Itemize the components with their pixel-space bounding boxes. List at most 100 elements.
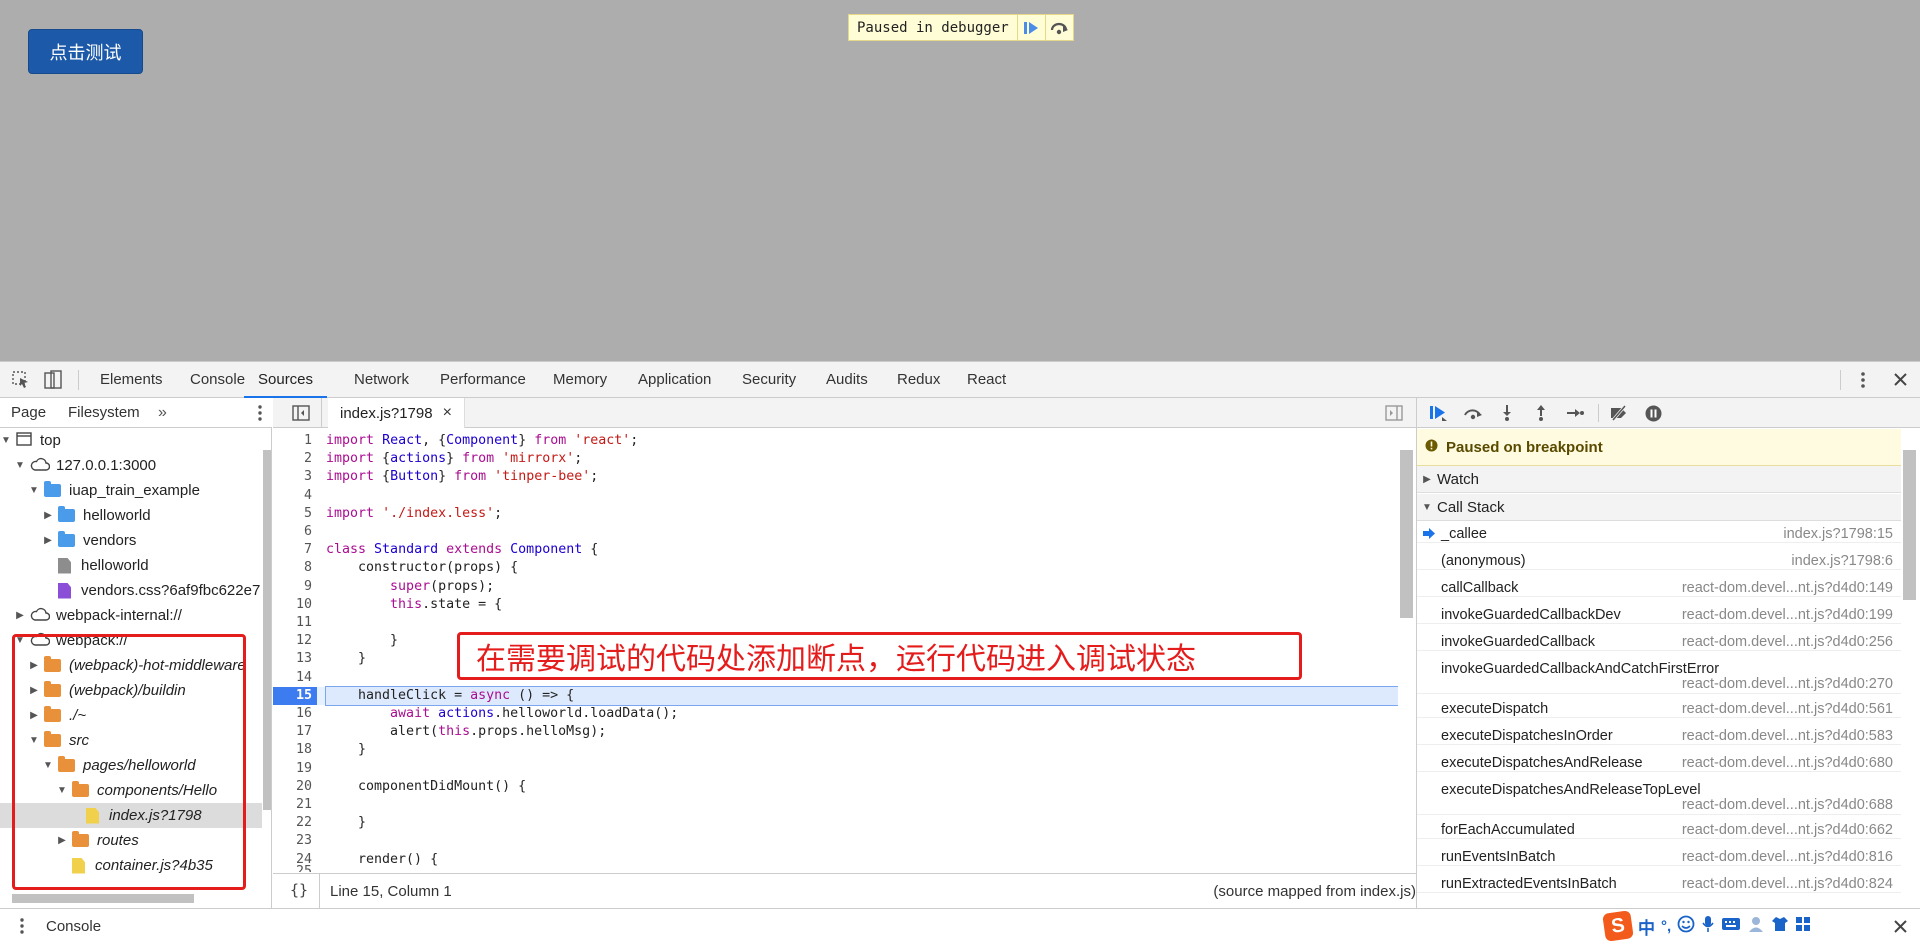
code-line[interactable]: 22 }: [273, 814, 1398, 832]
call-frame[interactable]: callCallback react-dom.devel...nt.js?d4d0…: [1417, 575, 1901, 597]
microphone-icon[interactable]: [1701, 915, 1715, 937]
line-number[interactable]: 12: [273, 632, 317, 650]
tab-performance[interactable]: Performance: [440, 362, 526, 398]
tab-audits[interactable]: Audits: [826, 362, 868, 398]
call-frame[interactable]: executeDispatchesInOrder react-dom.devel.…: [1417, 723, 1901, 745]
line-number[interactable]: 18: [273, 741, 317, 759]
line-number[interactable]: 8: [273, 559, 317, 577]
code-line[interactable]: 11: [273, 614, 1398, 632]
navigator-hscrollbar[interactable]: [12, 894, 194, 903]
code-line[interactable]: 6: [273, 523, 1398, 541]
resume-icon[interactable]: [1016, 15, 1045, 40]
code-line[interactable]: 24 render() {: [273, 851, 1398, 869]
toggle-navigator-icon[interactable]: [292, 405, 310, 425]
step-over-icon[interactable]: [1044, 15, 1073, 40]
code-line[interactable]: 4: [273, 487, 1398, 505]
close-drawer-icon[interactable]: [1893, 919, 1908, 938]
tab-console[interactable]: Console: [190, 362, 245, 398]
call-frame[interactable]: runExtractedEventsInBatch react-dom.devel…: [1417, 871, 1901, 893]
line-number[interactable]: 13: [273, 650, 317, 668]
call-frame[interactable]: runEventsInBatch react-dom.devel...nt.js?…: [1417, 844, 1901, 866]
line-number[interactable]: 22: [273, 814, 317, 832]
tab-security[interactable]: Security: [742, 362, 796, 398]
tab-page[interactable]: Page: [11, 398, 46, 428]
pause-on-exceptions-icon[interactable]: [1643, 404, 1663, 422]
drawer-tab-console[interactable]: Console: [46, 918, 101, 935]
navigator-menu-icon[interactable]: [257, 404, 263, 426]
editor-file-tab[interactable]: index.js?1798 ×: [328, 398, 465, 428]
line-number[interactable]: 19: [273, 760, 317, 778]
line-number[interactable]: 3: [273, 468, 317, 486]
step-over-next-call-icon[interactable]: [1463, 404, 1483, 422]
tree-item[interactable]: vendors.css?6af9fbc622e7: [0, 578, 262, 603]
line-number[interactable]: 16: [273, 705, 317, 723]
step-icon[interactable]: [1565, 404, 1585, 422]
tree-item[interactable]: helloworld: [0, 553, 262, 578]
pretty-print-icon[interactable]: {}: [290, 881, 308, 899]
step-out-icon[interactable]: [1531, 404, 1551, 422]
tab-filesystem[interactable]: Filesystem: [68, 398, 140, 428]
toggle-debugger-icon[interactable]: [1385, 405, 1403, 425]
tab-memory[interactable]: Memory: [553, 362, 607, 398]
line-number[interactable]: 10: [273, 596, 317, 614]
line-number[interactable]: 17: [273, 723, 317, 741]
code-line[interactable]: 18 }: [273, 741, 1398, 759]
tab-sources[interactable]: Sources: [244, 362, 328, 398]
call-frame[interactable]: invokeGuardedCallback react-dom.devel...n…: [1417, 629, 1901, 651]
line-number[interactable]: 7: [273, 541, 317, 559]
code-line[interactable]: 8 constructor(props) {: [273, 559, 1398, 577]
line-number[interactable]: 5: [273, 505, 317, 523]
resume-script-icon[interactable]: [1428, 404, 1448, 422]
close-devtools-icon[interactable]: [1893, 372, 1908, 391]
code-line[interactable]: 3 import {Button} from 'tinper-bee';: [273, 468, 1398, 486]
line-number[interactable]: 1: [273, 432, 317, 450]
code-line[interactable]: 20 componentDidMount() {: [273, 778, 1398, 796]
ime-chinese-mode[interactable]: 中: [1638, 914, 1655, 939]
call-frame[interactable]: executeDispatch react-dom.devel...nt.js?d…: [1417, 696, 1901, 718]
code-line[interactable]: 7 class Standard extends Component {: [273, 541, 1398, 559]
inspect-element-icon[interactable]: [12, 371, 30, 393]
tree-item[interactable]: ▶ vendors: [0, 528, 262, 553]
test-button[interactable]: 点击测试: [28, 29, 143, 74]
code-line[interactable]: 23: [273, 832, 1398, 850]
line-number[interactable]: 9: [273, 578, 317, 596]
watch-section-header[interactable]: ▶ Watch: [1417, 466, 1901, 493]
line-number[interactable]: 23: [273, 832, 317, 850]
line-number[interactable]: 25: [273, 863, 317, 872]
code-line[interactable]: 25: [273, 864, 1398, 872]
call-frame[interactable]: _callee index.js?1798:15: [1417, 521, 1901, 543]
call-frame[interactable]: invokeGuardedCallbackDev react-dom.devel.…: [1417, 602, 1901, 624]
line-number[interactable]: 21: [273, 796, 317, 814]
code-line[interactable]: 10 this.state = {: [273, 596, 1398, 614]
step-into-icon[interactable]: [1497, 404, 1517, 422]
tree-item[interactable]: ▶ webpack-internal://: [0, 603, 262, 628]
navigator-scrollbar[interactable]: [263, 450, 271, 810]
call-frame[interactable]: forEachAccumulated react-dom.devel...nt.j…: [1417, 817, 1901, 839]
code-line[interactable]: 5 import './index.less';: [273, 505, 1398, 523]
tab-network[interactable]: Network: [354, 362, 409, 398]
deactivate-breakpoints-icon[interactable]: [1609, 404, 1629, 422]
close-tab-icon[interactable]: ×: [443, 404, 452, 422]
call-frame[interactable]: (anonymous) index.js?1798:6: [1417, 548, 1901, 570]
line-number[interactable]: 15: [273, 686, 317, 705]
device-toolbar-icon[interactable]: [44, 370, 62, 394]
call-frame[interactable]: executeDispatchesAndReleaseTopLevel react…: [1417, 777, 1901, 815]
code-line[interactable]: 9 super(props);: [273, 578, 1398, 596]
code-line[interactable]: 16 await actions.helloworld.loadData();: [273, 705, 1398, 723]
line-number[interactable]: 6: [273, 523, 317, 541]
breakpoint-line[interactable]: 15 handleClick = async () => {: [273, 685, 1398, 706]
code-line[interactable]: 19: [273, 760, 1398, 778]
tab-redux[interactable]: Redux: [897, 362, 940, 398]
line-number[interactable]: 4: [273, 487, 317, 505]
tab-elements[interactable]: Elements: [100, 362, 163, 398]
call-frame[interactable]: executeDispatchesAndRelease react-dom.dev…: [1417, 750, 1901, 772]
skin-icon[interactable]: [1771, 916, 1789, 936]
line-number[interactable]: 20: [273, 778, 317, 796]
code-line[interactable]: 1 import React, {Component} from 'react';: [273, 432, 1398, 450]
code-line[interactable]: 17 alert(this.props.helloMsg);: [273, 723, 1398, 741]
line-number[interactable]: 11: [273, 614, 317, 632]
drawer-menu-icon[interactable]: [19, 917, 25, 939]
more-tabs-icon[interactable]: »: [158, 398, 167, 428]
editor-scrollbar[interactable]: [1400, 450, 1413, 618]
toolbox-icon[interactable]: [1795, 916, 1811, 936]
